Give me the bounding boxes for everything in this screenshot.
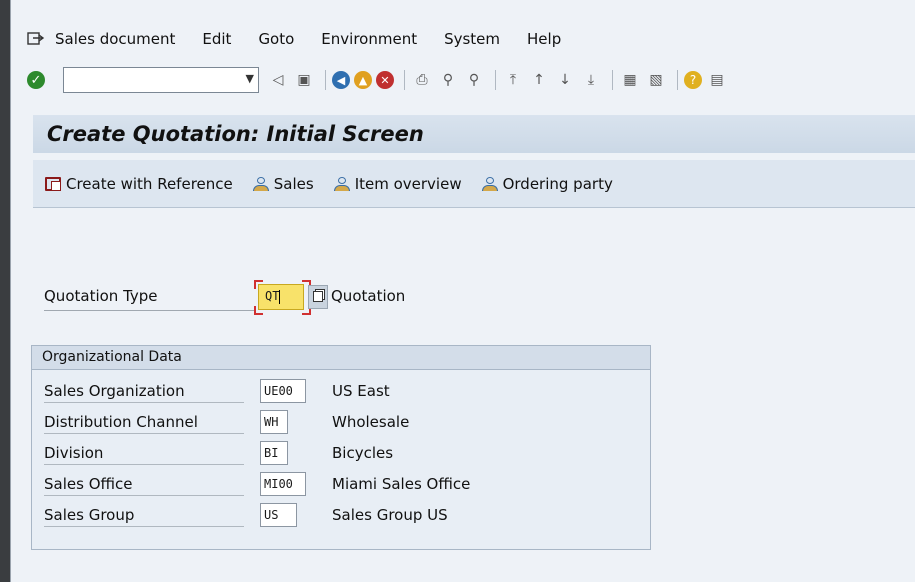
distribution-channel-input[interactable]: WH xyxy=(260,410,288,434)
sales-organization-row: Sales Organization UE00 US East xyxy=(44,379,644,403)
value-help-button[interactable] xyxy=(308,285,328,309)
sales-button[interactable]: Sales xyxy=(252,174,314,193)
label-underline xyxy=(44,310,256,311)
field-label: Sales Group xyxy=(44,506,135,524)
field-label: Sales Office xyxy=(44,475,133,493)
separator xyxy=(404,70,405,90)
field-description: Wholesale xyxy=(332,413,410,431)
label-underline xyxy=(44,495,244,496)
distribution-channel-row: Distribution Channel WH Wholesale xyxy=(44,410,644,434)
sales-office-input[interactable]: MI00 xyxy=(260,472,306,496)
field-label: Sales Organization xyxy=(44,382,185,400)
menu-environment[interactable]: Environment xyxy=(321,30,417,48)
sales-label: Sales xyxy=(273,174,314,193)
quotation-type-label: Quotation Type xyxy=(44,287,158,305)
system-menu-icon[interactable] xyxy=(27,31,45,47)
page-title: Create Quotation: Initial Screen xyxy=(47,122,424,146)
exit-icon[interactable]: ▲ xyxy=(354,71,372,89)
previous-page-icon[interactable]: ↑ xyxy=(528,69,550,91)
menu-goto[interactable]: Goto xyxy=(258,30,294,48)
sales-group-input[interactable]: US xyxy=(260,503,297,527)
sales-office-row: Sales Office MI00 Miami Sales Office xyxy=(44,472,644,496)
text-cursor xyxy=(279,289,281,304)
ordering-party-button[interactable]: Ordering party xyxy=(481,174,613,193)
quotation-type-description: Quotation xyxy=(331,287,406,305)
field-label: Division xyxy=(44,444,104,462)
field-description: Bicycles xyxy=(332,444,394,462)
sales-organization-input[interactable]: UE00 xyxy=(260,379,306,403)
enter-check-icon[interactable]: ✓ xyxy=(27,71,45,89)
item-overview-label: Item overview xyxy=(354,174,462,193)
print-icon[interactable]: ⎙ xyxy=(411,69,433,91)
label-underline xyxy=(44,433,244,434)
sap-window: Sales document Edit Goto Environment Sys… xyxy=(10,0,915,582)
group-title: Organizational Data xyxy=(32,346,650,370)
organizational-data-group: Organizational Data Sales Organization U… xyxy=(31,345,651,550)
new-session-icon[interactable]: ▦ xyxy=(619,69,641,91)
next-page-icon[interactable]: ↓ xyxy=(554,69,576,91)
menu-edit[interactable]: Edit xyxy=(202,30,231,48)
toolbar-icons: ◁ ▣ ◀ ▲ ✕ ⎙ ⚲ ⚲ ⤒ ↑ ↓ ⤓ ▦ ▧ ? ▤ xyxy=(267,69,732,91)
separator xyxy=(612,70,613,90)
division-input[interactable]: BI xyxy=(260,441,288,465)
person-icon xyxy=(252,176,269,191)
menu-help[interactable]: Help xyxy=(527,30,561,48)
find-next-icon[interactable]: ⚲ xyxy=(463,69,485,91)
collapse-toolbar-icon[interactable]: ◁ xyxy=(267,69,289,91)
standard-toolbar: ✓ ▼ ◁ ▣ ◀ ▲ ✕ ⎙ ⚲ ⚲ ⤒ ↑ ↓ ⤓ ▦ ▧ ? ▤ xyxy=(11,60,915,100)
command-field[interactable]: ▼ xyxy=(63,67,259,93)
person-icon xyxy=(333,176,350,191)
application-toolbar: Create with Reference Sales Item overvie… xyxy=(33,160,915,208)
separator xyxy=(677,70,678,90)
save-icon[interactable]: ▣ xyxy=(293,69,315,91)
title-bar: Create Quotation: Initial Screen xyxy=(33,115,915,153)
cancel-icon[interactable]: ✕ xyxy=(376,71,394,89)
layout-menu-icon[interactable]: ▤ xyxy=(706,69,728,91)
quotation-type-value: QT xyxy=(265,289,280,303)
back-icon[interactable]: ◀ xyxy=(332,71,350,89)
label-underline xyxy=(44,464,244,465)
division-row: Division BI Bicycles xyxy=(44,441,644,465)
menu-bar: Sales document Edit Goto Environment Sys… xyxy=(11,22,915,56)
first-page-icon[interactable]: ⤒ xyxy=(502,69,524,91)
label-underline xyxy=(44,402,244,403)
label-underline xyxy=(44,526,244,527)
item-overview-button[interactable]: Item overview xyxy=(333,174,462,193)
separator xyxy=(495,70,496,90)
last-page-icon[interactable]: ⤓ xyxy=(580,69,602,91)
separator xyxy=(325,70,326,90)
sales-group-row: Sales Group US Sales Group US xyxy=(44,503,644,527)
menu-system[interactable]: System xyxy=(444,30,500,48)
field-label: Distribution Channel xyxy=(44,413,198,431)
quotation-type-input[interactable]: QT xyxy=(258,284,304,310)
create-with-reference-button[interactable]: Create with Reference xyxy=(45,175,233,193)
ordering-party-label: Ordering party xyxy=(502,174,613,193)
field-description: Sales Group US xyxy=(332,506,448,524)
shortcut-icon[interactable]: ▧ xyxy=(645,69,667,91)
help-icon[interactable]: ? xyxy=(684,71,702,89)
chevron-down-icon[interactable]: ▼ xyxy=(246,72,254,85)
person-icon xyxy=(481,176,498,191)
menu-sales-document[interactable]: Sales document xyxy=(55,30,175,48)
field-description: Miami Sales Office xyxy=(332,475,471,493)
create-with-reference-label: Create with Reference xyxy=(66,174,233,193)
copy-icon xyxy=(45,176,61,191)
field-description: US East xyxy=(332,382,390,400)
find-icon[interactable]: ⚲ xyxy=(437,69,459,91)
